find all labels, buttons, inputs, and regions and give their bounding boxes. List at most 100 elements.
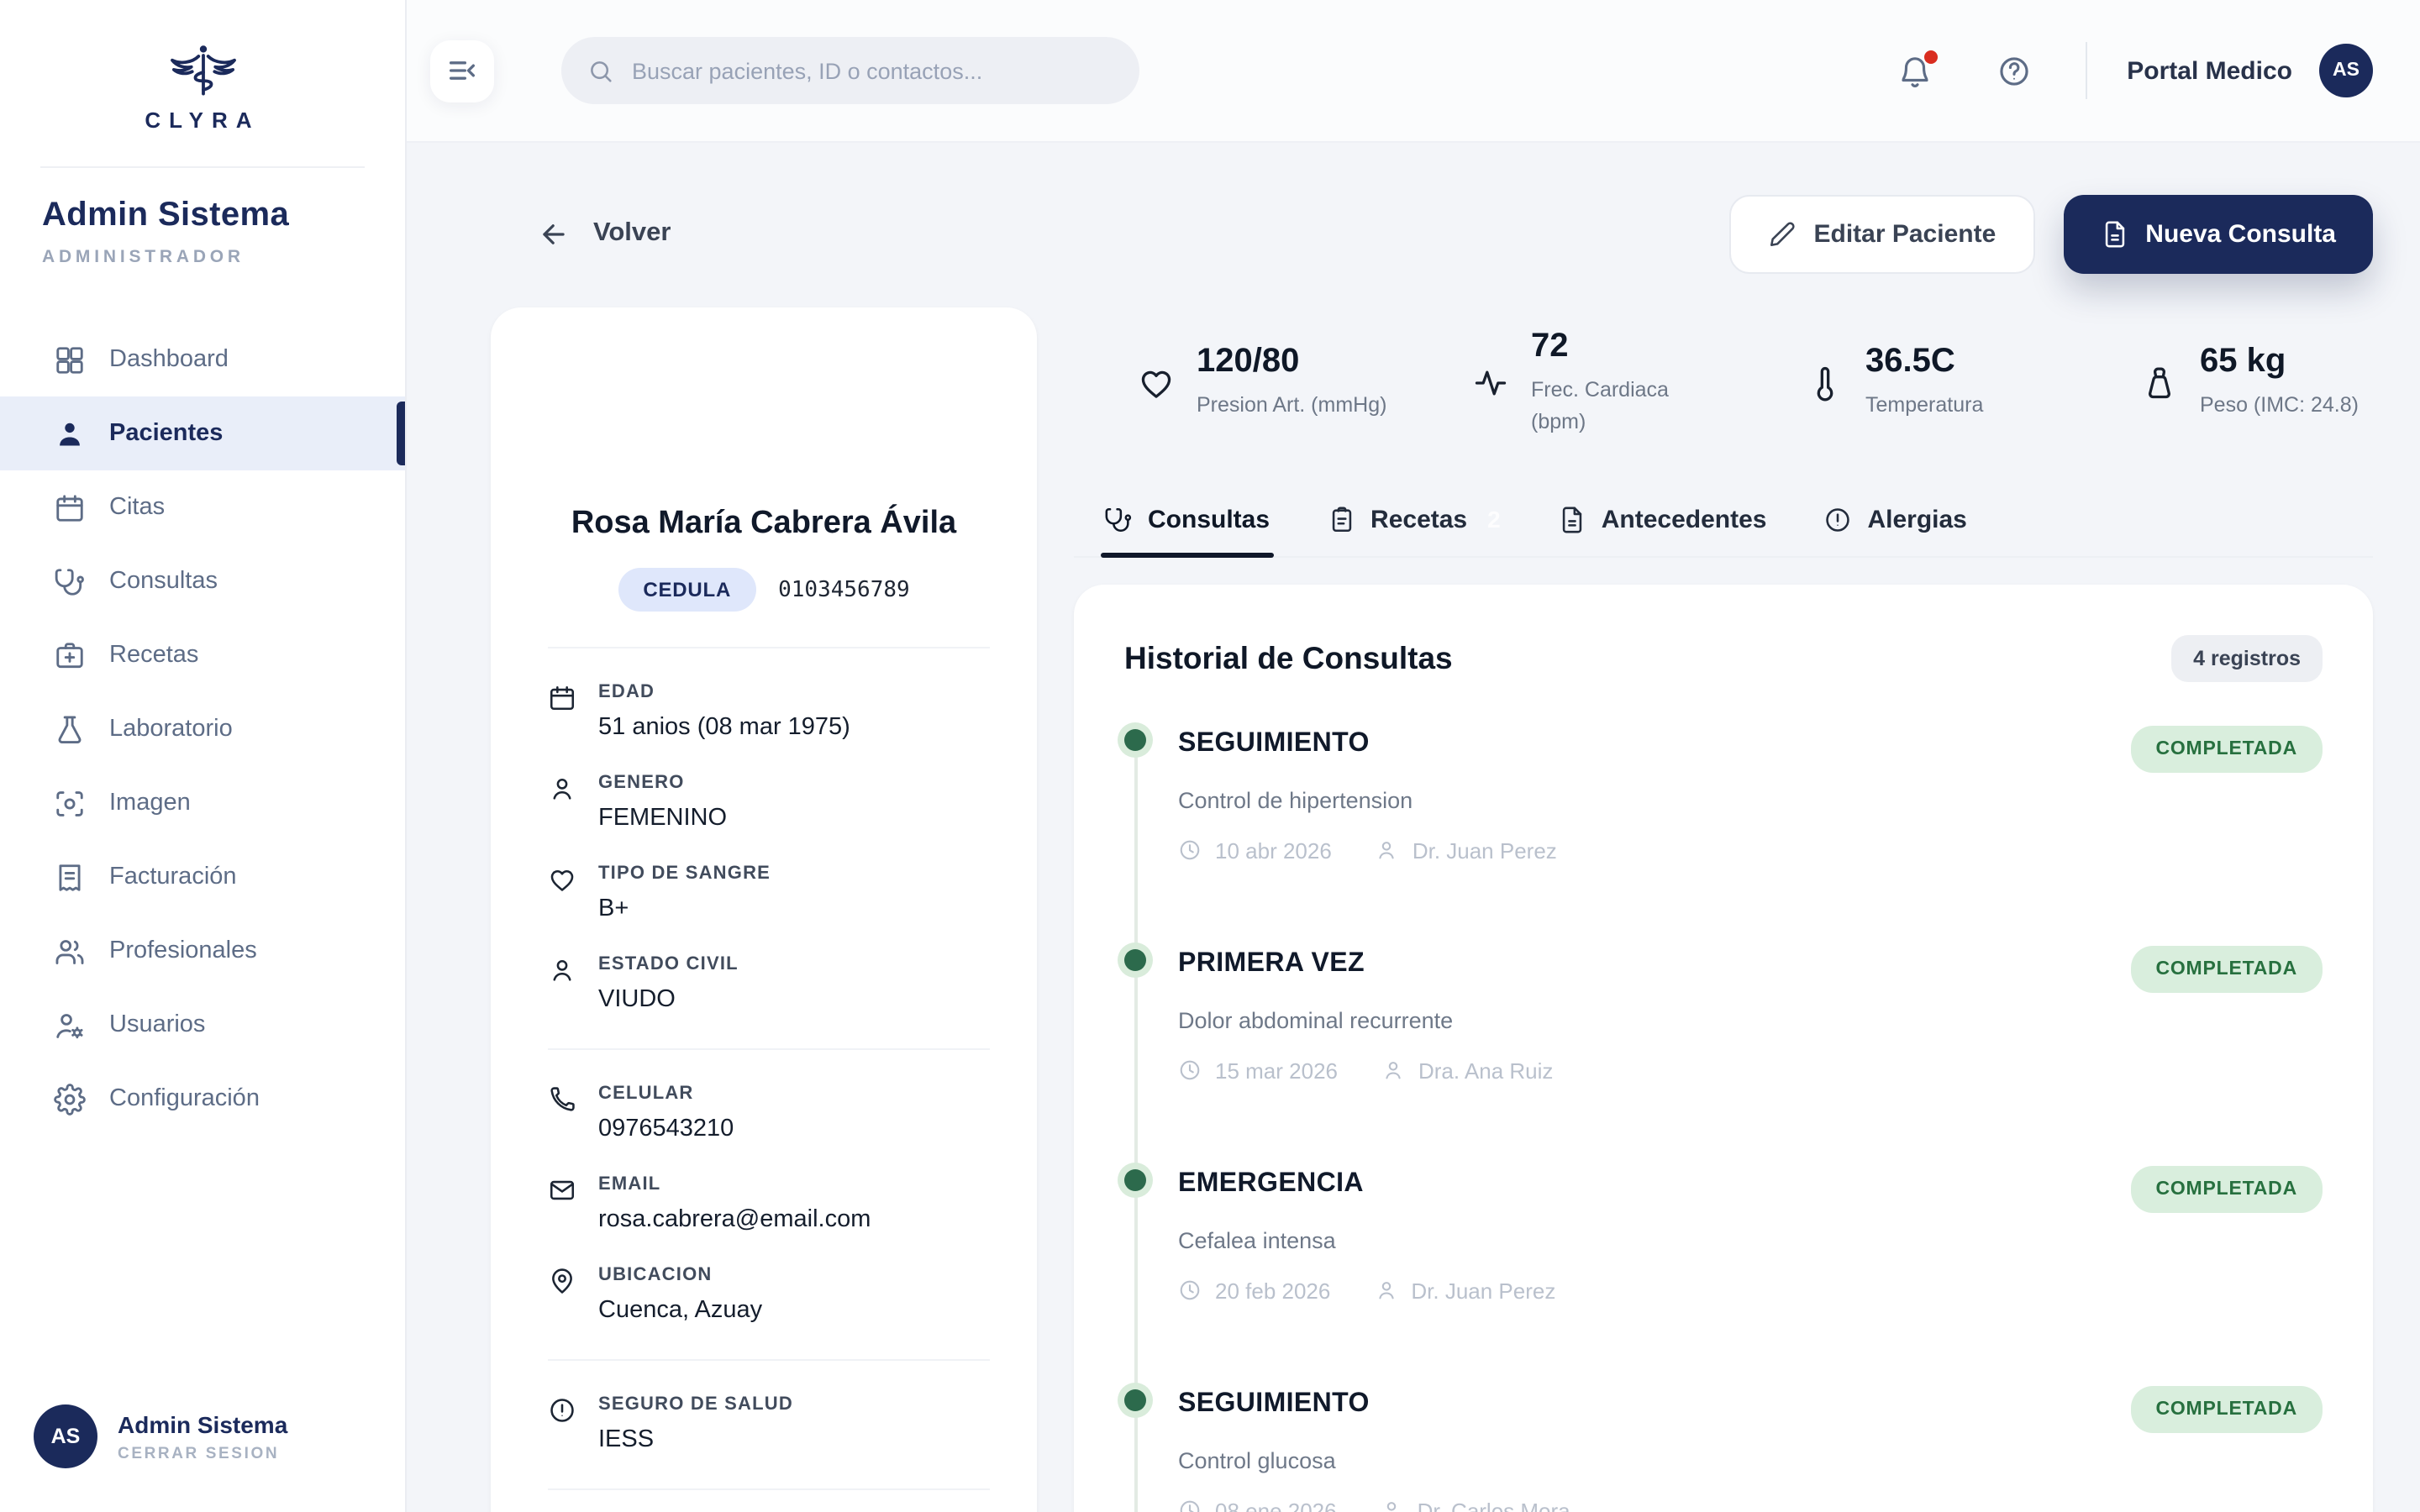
sidebar-footer: AS Admin Sistema CERRAR SESION	[0, 1374, 405, 1512]
topbar-right: Portal Medico AS	[1897, 42, 2373, 99]
search-input[interactable]	[632, 58, 1114, 83]
sidebar-item-label: Usuarios	[109, 1011, 205, 1038]
user-icon	[548, 956, 576, 1013]
pulse-icon	[1472, 365, 1509, 402]
search-bar[interactable]	[561, 37, 1139, 104]
sidebar-toggle-button[interactable]	[430, 39, 494, 102]
timeline-dot	[1124, 1389, 1146, 1410]
history-title: Historial de Consultas	[1124, 639, 1453, 676]
edit-patient-button[interactable]: Editar Paciente	[1730, 194, 2035, 273]
user-gear-icon	[54, 1009, 86, 1041]
status-badge: COMPLETADA	[2130, 1385, 2323, 1432]
clock-icon	[1178, 1499, 1202, 1512]
alert-circle-icon	[1823, 505, 1852, 533]
detail-gender: GENERO FEMENINO	[548, 773, 990, 832]
consultation-reason: Control de hipertension	[1178, 787, 2323, 812]
detail-email: EMAIL rosa.cabrera@email.com	[548, 1174, 990, 1233]
card-divider	[548, 1359, 990, 1361]
topbar-divider	[2085, 42, 2086, 99]
consultation-timeline: SEGUIMIENTO COMPLETADA Control de hipert…	[1124, 725, 2323, 1512]
brand-logo: CLYRA	[0, 0, 405, 150]
back-button[interactable]: Volver	[538, 218, 671, 249]
logout-link[interactable]: CERRAR SESION	[118, 1444, 287, 1462]
sidebar-item-dashboard[interactable]: Dashboard	[0, 323, 405, 396]
map-pin-icon	[548, 1267, 576, 1324]
phone-icon	[548, 1085, 576, 1142]
help-button[interactable]	[1996, 53, 2031, 88]
detail-age: EDAD 51 anios (08 mar 1975)	[548, 682, 990, 741]
tab-alergias[interactable]: Alergias	[1820, 488, 1970, 555]
sidebar-user-block: Admin Sistema ADMINISTRADOR	[0, 168, 405, 267]
page-content: Volver Editar Paciente Nueva Consulta	[407, 143, 2420, 1512]
consultation-doctor: Dra. Ana Ruiz	[1381, 1058, 1553, 1083]
consultation-date: 15 mar 2026	[1178, 1058, 1338, 1083]
detail-insurance: SEGURO DE SALUD IESS	[548, 1394, 990, 1453]
consultation-date: 08 ene 2026	[1178, 1498, 1337, 1512]
sidebar-item-consultas[interactable]: Consultas	[0, 544, 405, 618]
help-icon	[1996, 53, 2031, 88]
sidebar-item-laboratorio[interactable]: Laboratorio	[0, 692, 405, 766]
consultation-item[interactable]: PRIMERA VEZ COMPLETADA Dolor abdominal r…	[1124, 945, 2323, 1165]
vital-heart-rate: 72 Frec. Cardiaca (bpm)	[1472, 328, 1807, 438]
detail-blood-type: TIPO DE SANGRE B+	[548, 864, 990, 922]
sidebar-item-label: Profesionales	[109, 937, 257, 964]
consultation-date: 20 feb 2026	[1178, 1278, 1330, 1303]
sidebar-item-pacientes[interactable]: Pacientes	[0, 396, 405, 470]
consultation-item[interactable]: EMERGENCIA COMPLETADA Cefalea intensa 20…	[1124, 1165, 2323, 1385]
calendar-icon	[548, 684, 576, 741]
weight-icon	[2141, 365, 2178, 402]
sidebar-item-imagen[interactable]: Imagen	[0, 766, 405, 840]
id-type-badge: CEDULA	[618, 568, 756, 612]
avatar: AS	[34, 1404, 97, 1468]
sidebar-item-label: Configuración	[109, 1085, 260, 1112]
heart-icon	[1138, 365, 1175, 402]
main-area: Portal Medico AS Volver Editar	[407, 0, 2420, 1512]
sidebar: CLYRA Admin Sistema ADMINISTRADOR Dashbo…	[0, 0, 407, 1512]
new-consult-button[interactable]: Nueva Consulta	[2063, 194, 2373, 273]
sidebar-item-citas[interactable]: Citas	[0, 470, 405, 544]
timeline-dot	[1124, 948, 1146, 970]
search-icon	[587, 56, 615, 85]
sidebar-user-role: ADMINISTRADOR	[42, 247, 363, 267]
tab-recetas[interactable]: Recetas 2	[1323, 488, 1504, 555]
user-icon	[548, 774, 576, 832]
sidebar-item-profesionales[interactable]: Profesionales	[0, 914, 405, 988]
consultation-doctor: Dr. Carlos Mora	[1381, 1498, 1570, 1512]
user-avatar[interactable]: AS	[2319, 44, 2373, 97]
consultation-type: EMERGENCIA	[1178, 1165, 1364, 1199]
consultation-type: PRIMERA VEZ	[1178, 945, 1365, 979]
flask-icon	[54, 713, 86, 745]
caduceus-icon	[159, 40, 246, 104]
consultation-item[interactable]: SEGUIMIENTO COMPLETADA Control de hipert…	[1124, 725, 2323, 945]
tabs-bar: Consultas Recetas 2 Antecedentes	[1074, 488, 2373, 557]
sidebar-item-label: Facturación	[109, 864, 237, 890]
sidebar-item-label: Consultas	[109, 568, 218, 595]
sidebar-nav: Dashboard Pacientes Citas Consultas	[0, 323, 405, 1374]
portal-label: Portal Medico	[2127, 56, 2292, 85]
footer-user-name: Admin Sistema	[118, 1410, 287, 1437]
topbar: Portal Medico AS	[407, 0, 2420, 143]
receipt-icon	[54, 861, 86, 893]
status-badge: COMPLETADA	[2130, 725, 2323, 772]
tab-antecedentes[interactable]: Antecedentes	[1555, 488, 1770, 555]
mail-icon	[548, 1176, 576, 1233]
page-header: Volver Editar Paciente Nueva Consulta	[491, 186, 2373, 281]
consultation-history-card: Historial de Consultas 4 registros SEGUI…	[1074, 584, 2373, 1512]
arrow-left-icon	[538, 218, 570, 249]
patient-card: Rosa María Cabrera Ávila CEDULA 01034567…	[491, 307, 1037, 1512]
sidebar-item-configuracion[interactable]: Configuración	[0, 1062, 405, 1136]
medical-kit-icon	[54, 639, 86, 671]
clock-icon	[1178, 838, 1202, 862]
sidebar-item-recetas[interactable]: Recetas	[0, 618, 405, 692]
consultation-item[interactable]: SEGUIMIENTO COMPLETADA Control glucosa 0…	[1124, 1385, 2323, 1512]
brand-logo-text: CLYRA	[145, 108, 260, 133]
sidebar-item-usuarios[interactable]: Usuarios	[0, 988, 405, 1062]
sidebar-item-facturacion[interactable]: Facturación	[0, 840, 405, 914]
clock-icon	[1178, 1058, 1202, 1082]
consultation-reason: Dolor abdominal recurrente	[1178, 1007, 2323, 1032]
tab-consultas[interactable]: Consultas	[1101, 488, 1273, 555]
user-icon	[1374, 1278, 1397, 1302]
users-icon	[54, 935, 86, 967]
notifications-button[interactable]	[1897, 53, 1932, 88]
sidebar-item-label: Pacientes	[109, 420, 223, 447]
